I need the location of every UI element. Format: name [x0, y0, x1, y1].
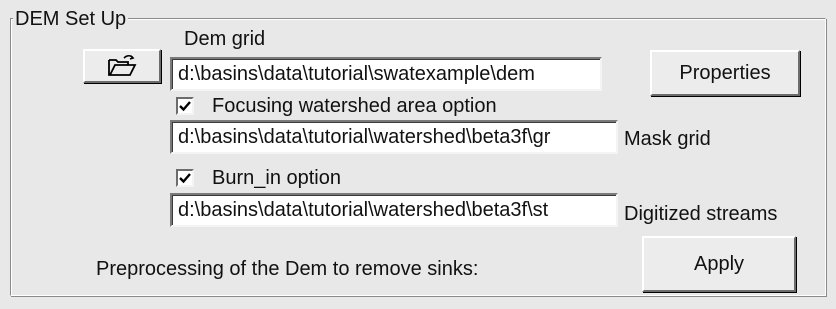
properties-button[interactable]: Properties: [650, 50, 800, 96]
burn-checkbox[interactable]: [176, 169, 194, 187]
apply-button[interactable]: Apply: [642, 236, 796, 292]
preprocess-label: Preprocessing of the Dem to remove sinks…: [96, 258, 479, 280]
open-dem-button[interactable]: [83, 49, 161, 83]
group-title: DEM Set Up: [13, 8, 129, 30]
dem-grid-field[interactable]: d:\basins\data\tutorial\swatexample\dem: [170, 57, 602, 91]
check-icon: [179, 101, 191, 112]
focus-option-label: Focusing watershed area option: [212, 95, 497, 117]
check-icon: [179, 173, 191, 184]
mask-grid-label: Mask grid: [624, 128, 711, 150]
folder-open-icon: [108, 54, 137, 76]
focus-checkbox[interactable]: [176, 97, 194, 115]
digitized-streams-label: Digitized streams: [624, 203, 778, 225]
digitized-streams-field[interactable]: d:\basins\data\tutorial\watershed\beta3f…: [170, 193, 618, 227]
burn-option-label: Burn_in option: [212, 167, 341, 189]
mask-grid-field[interactable]: d:\basins\data\tutorial\watershed\beta3f…: [170, 120, 618, 154]
dem-grid-label: Dem grid: [184, 28, 266, 50]
